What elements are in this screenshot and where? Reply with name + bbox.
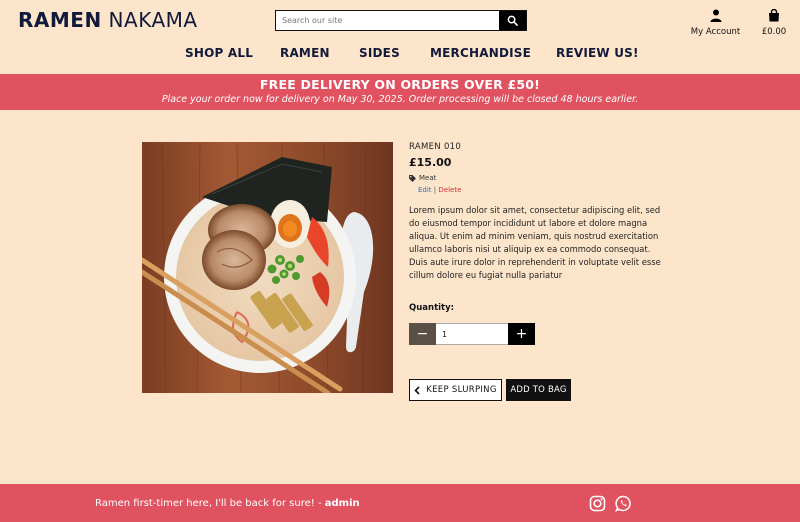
minus-icon: − xyxy=(416,326,429,342)
shopping-bag-link[interactable]: £0.00 xyxy=(758,7,790,37)
keep-slurping-label: KEEP SLURPING xyxy=(426,385,497,395)
main-nav: SHOP ALL RAMEN SIDES MERCHANDISE REVIEW … xyxy=(0,46,800,66)
site-footer: Ramen first-timer here, I'll be back for… xyxy=(0,484,800,522)
nav-item-shop-all[interactable]: SHOP ALL xyxy=(185,46,253,60)
nav-item-ramen[interactable]: RAMEN xyxy=(280,46,330,60)
delivery-banner: FREE DELIVERY ON ORDERS OVER £50! Place … xyxy=(0,74,800,110)
edit-link[interactable]: Edit xyxy=(418,186,432,194)
nav-item-review-us[interactable]: REVIEW US! xyxy=(556,46,639,60)
quantity-input[interactable] xyxy=(436,323,508,345)
search-input[interactable] xyxy=(276,11,499,30)
product-image xyxy=(142,142,393,393)
keep-slurping-button[interactable]: KEEP SLURPING xyxy=(409,379,502,401)
admin-separator: | xyxy=(433,186,437,194)
banner-title: FREE DELIVERY ON ORDERS OVER £50! xyxy=(259,77,541,92)
increment-button[interactable]: + xyxy=(508,323,535,345)
user-icon xyxy=(710,9,721,22)
review-author: admin xyxy=(324,498,360,509)
bag-total: £0.00 xyxy=(761,27,787,37)
instagram-icon xyxy=(589,495,606,512)
brand-logo[interactable]: RAMEN NAKAMA xyxy=(18,8,198,32)
brand-logo-bold: RAMEN xyxy=(18,8,102,32)
nav-item-sides[interactable]: SIDES xyxy=(359,46,400,60)
banner-subtitle: Place your order now for delivery on May… xyxy=(161,94,639,105)
whatsapp-link[interactable] xyxy=(615,495,632,516)
product-description: Lorem ipsum dolor sit amet, consectetur … xyxy=(409,205,661,280)
footer-review: Ramen first-timer here, I'll be back for… xyxy=(95,498,360,509)
search-bar xyxy=(275,10,527,31)
product-price: £15.00 xyxy=(409,156,452,169)
my-account-link[interactable]: My Account xyxy=(688,7,743,37)
add-to-bag-label: ADD TO BAG xyxy=(510,385,567,395)
plus-icon: + xyxy=(515,326,528,342)
instagram-link[interactable] xyxy=(589,495,606,516)
nav-item-merchandise[interactable]: MERCHANDISE xyxy=(430,46,531,60)
product-category[interactable]: Meat xyxy=(409,174,669,182)
product-admin-links: Edit | Delete xyxy=(418,186,669,194)
product-name: RAMEN 010 xyxy=(409,142,462,152)
add-to-bag-button[interactable]: ADD TO BAG xyxy=(506,379,571,401)
shopping-bag-icon xyxy=(769,8,779,22)
site-header: RAMEN NAKAMA My Account £0.00 SHOP ALL R… xyxy=(0,0,800,74)
whatsapp-icon xyxy=(615,495,631,513)
product-category-label: Meat xyxy=(419,174,437,182)
quantity-label: Quantity: xyxy=(409,303,455,313)
brand-logo-light: NAKAMA xyxy=(108,8,198,32)
search-icon xyxy=(507,15,518,26)
quantity-stepper: − + xyxy=(409,323,535,345)
review-text: Ramen first-timer here, I'll be back for… xyxy=(95,498,325,509)
my-account-label: My Account xyxy=(690,27,741,37)
product-details: RAMEN 010 £15.00 Meat Edit | Delete Lore… xyxy=(409,142,669,282)
search-button[interactable] xyxy=(499,11,526,30)
delete-link[interactable]: Delete xyxy=(438,186,461,194)
tag-icon xyxy=(409,174,416,182)
chevron-left-icon xyxy=(414,385,420,395)
decrement-button[interactable]: − xyxy=(409,323,436,345)
